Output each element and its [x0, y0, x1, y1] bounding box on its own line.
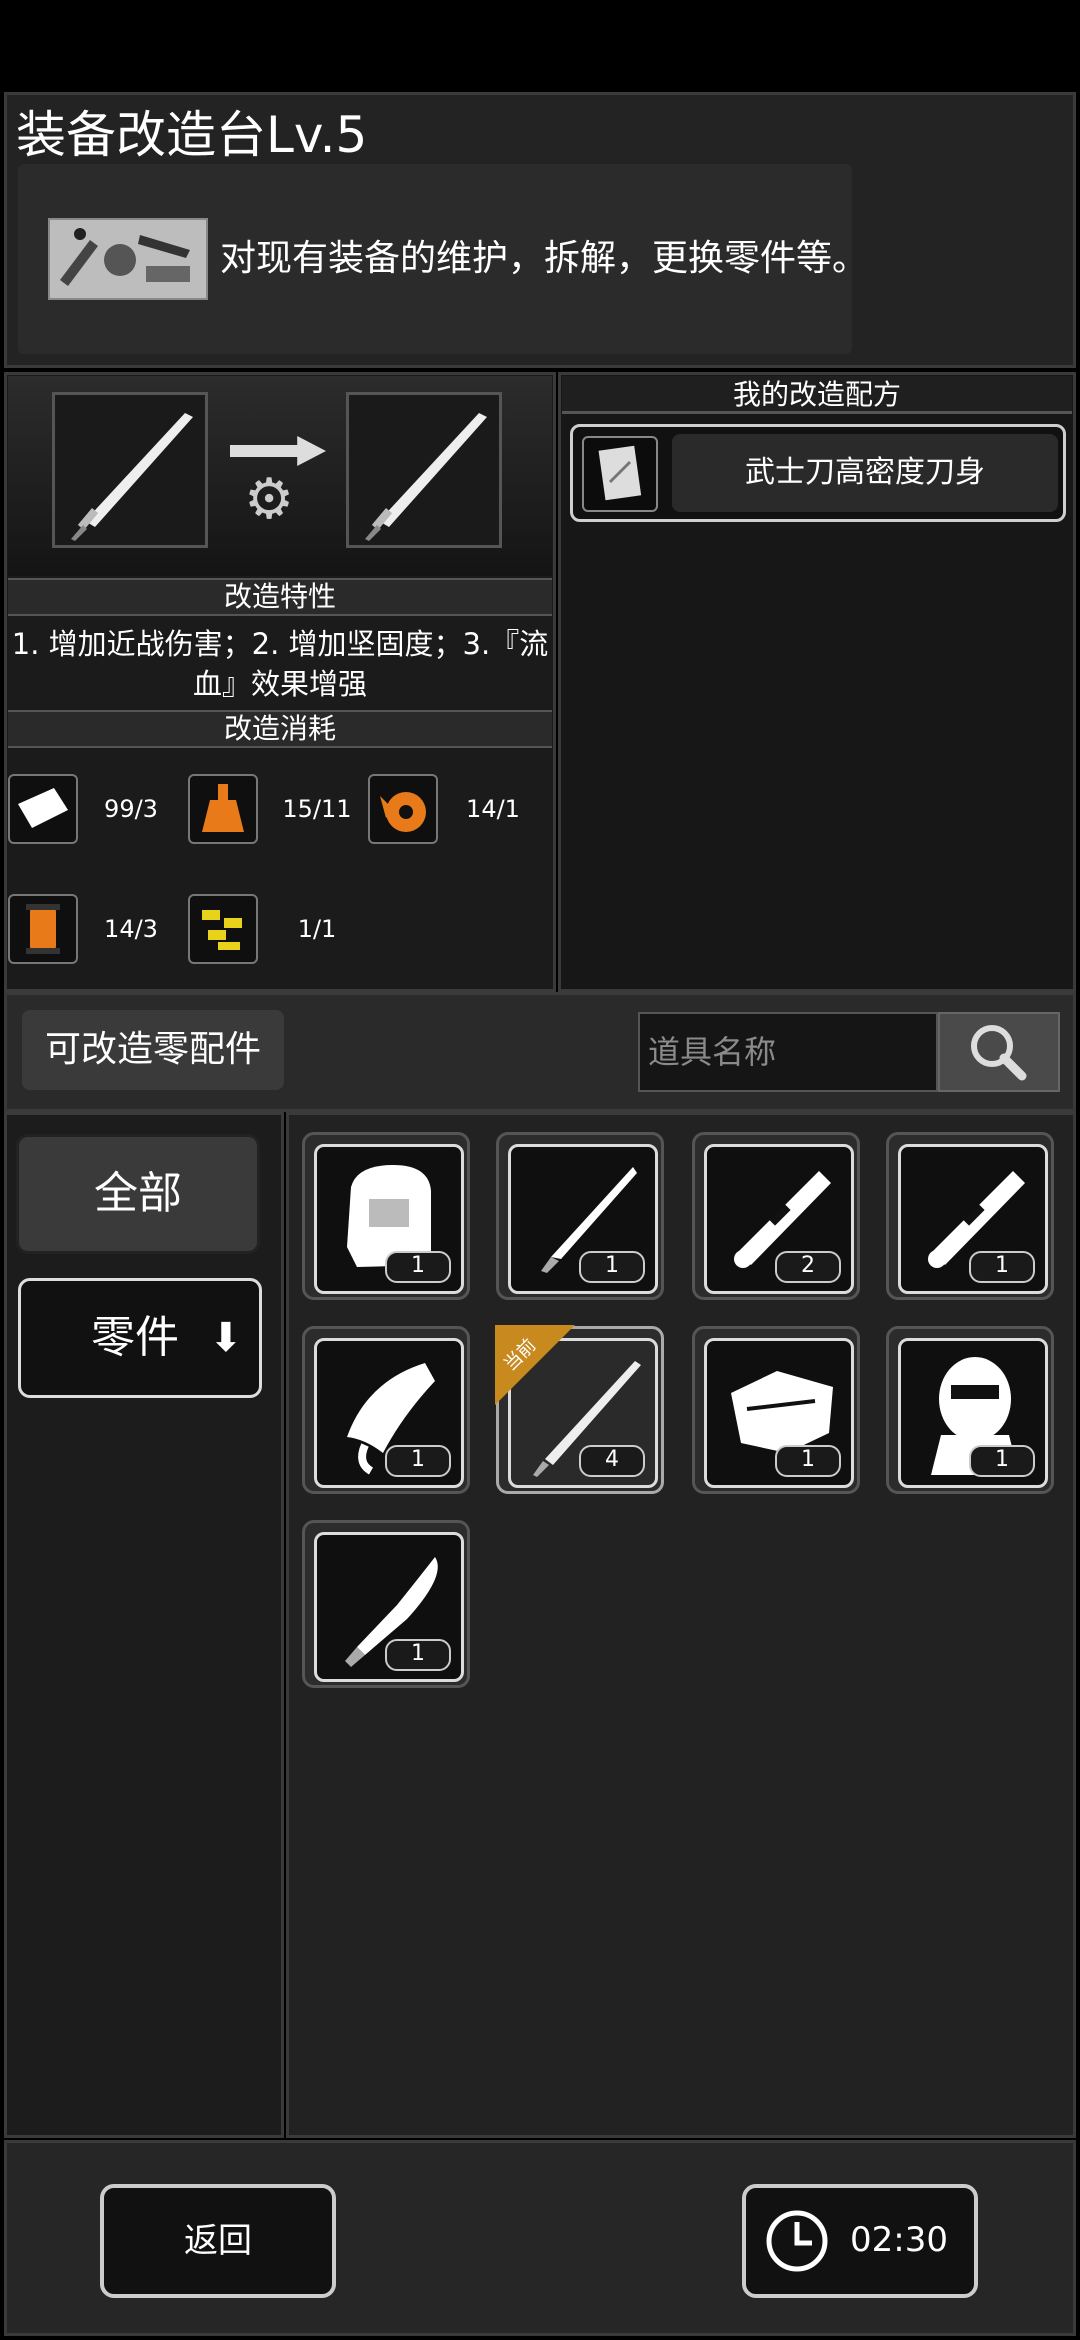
flask-icon — [188, 774, 258, 844]
item-count: 2 — [775, 1251, 841, 1283]
back-button[interactable]: 返回 — [100, 2184, 336, 2298]
blueprint-icon — [582, 436, 658, 512]
cost-amount: 15/11 — [282, 795, 352, 823]
result-item-slot[interactable] — [346, 392, 502, 548]
recipe-label: 武士刀高密度刀身 — [672, 434, 1058, 512]
cost-amount: 14/1 — [466, 795, 520, 823]
item-count: 1 — [775, 1445, 841, 1477]
item-count: 1 — [969, 1251, 1035, 1283]
tab-parts-label: 零件 — [91, 1312, 179, 1363]
recipe-header: 我的改造配方 — [562, 376, 1072, 414]
part-tile[interactable]: 1 — [692, 1326, 860, 1494]
tab-parts[interactable]: 零件 ⬇ — [18, 1278, 262, 1398]
station-title: 装备改造台Lv.5 — [16, 106, 368, 164]
item-count: 1 — [969, 1445, 1035, 1477]
part-tile[interactable]: 1 — [302, 1132, 470, 1300]
cost-amount: 99/3 — [104, 795, 158, 823]
item-count: 1 — [579, 1251, 645, 1283]
tape-icon — [368, 774, 438, 844]
thread-spool-icon — [8, 894, 78, 964]
source-item-slot[interactable] — [52, 392, 208, 548]
part-tile[interactable]: 1 — [886, 1326, 1054, 1494]
workbench-icon — [48, 218, 208, 300]
tab-all[interactable]: 全部 — [16, 1134, 260, 1254]
timer-text: 02:30 — [850, 2220, 948, 2260]
cost-amount: 1/1 — [297, 915, 337, 943]
gear-icon: ⚙ — [244, 467, 295, 532]
parts-icon — [188, 894, 258, 964]
traits-text: 1. 增加近战伤害；2. 增加坚固度；3.『流血』效果增强 — [11, 627, 549, 701]
cost-header: 改造消耗 — [8, 710, 552, 748]
item-count: 1 — [385, 1251, 451, 1283]
item-count: 1 — [385, 1639, 451, 1671]
search-button[interactable] — [938, 1012, 1060, 1092]
search-input[interactable] — [638, 1012, 938, 1092]
clock-icon — [766, 2210, 828, 2272]
item-count: 1 — [385, 1445, 451, 1477]
cost-amount: 14/3 — [104, 915, 158, 943]
item-count: 4 — [579, 1445, 645, 1477]
paper-icon — [8, 774, 78, 844]
part-tile[interactable]: 2 — [692, 1132, 860, 1300]
category-sidebar — [4, 1112, 284, 2138]
part-tile[interactable]: 1 — [302, 1520, 470, 1688]
search-icon — [971, 1025, 1027, 1081]
katana-icon — [365, 413, 487, 541]
katana-icon — [71, 413, 193, 541]
part-tile[interactable]: 1 — [496, 1132, 664, 1300]
parts-section-title: 可改造零配件 — [22, 1010, 284, 1090]
description-text: 对现有装备的维护，拆解，更换零件等。 — [220, 238, 869, 279]
part-tile[interactable]: 1 — [302, 1326, 470, 1494]
arrow-down-icon: ⬇ — [209, 1315, 243, 1361]
traits-header: 改造特性 — [8, 578, 552, 616]
part-tile[interactable]: 1 — [886, 1132, 1054, 1300]
part-tile-current[interactable]: 4 当前 — [495, 1325, 664, 1494]
